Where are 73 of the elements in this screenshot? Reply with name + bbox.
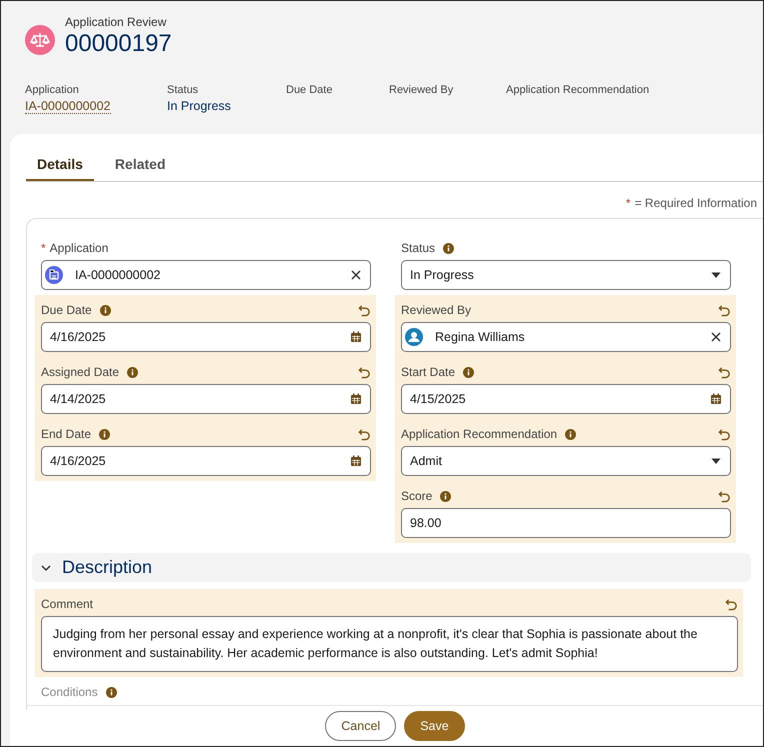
tab[interactable]: Related <box>104 148 176 181</box>
object-type: Application Review <box>65 15 168 29</box>
info-icon[interactable] <box>443 242 454 254</box>
undo-icon[interactable] <box>718 366 731 378</box>
field-label: Reviewed By <box>401 303 472 317</box>
undo-icon[interactable] <box>358 366 371 378</box>
field-label: Assigned Date <box>41 365 120 379</box>
record-icon <box>45 266 63 284</box>
info-icon[interactable] <box>440 490 452 502</box>
field-value: 4/14/2025 <box>50 392 107 406</box>
field-label: End Date <box>41 427 92 441</box>
info-icon[interactable] <box>565 428 576 440</box>
field-label: Status <box>401 241 436 255</box>
dropdown[interactable]: In Progress <box>401 260 731 290</box>
highlight-label: Application Recommendation <box>506 84 650 96</box>
user-avatar-icon <box>405 328 423 346</box>
field-value: 4/16/2025 <box>50 330 107 344</box>
field-label: Due Date <box>41 303 92 317</box>
info-icon[interactable] <box>127 366 138 378</box>
highlight-label: Status <box>167 84 200 96</box>
lookup-field[interactable]: IA-0000000002 <box>41 260 371 290</box>
undo-icon[interactable] <box>718 304 731 316</box>
lookup-field[interactable]: Regina Williams <box>401 322 731 352</box>
input-field[interactable]: 4/15/2025 <box>401 384 731 414</box>
info-icon[interactable] <box>99 428 110 440</box>
tab[interactable]: Details <box>26 148 94 181</box>
highlight-label: Due Date <box>286 84 334 96</box>
scale-icon <box>25 25 55 55</box>
calendar-icon[interactable] <box>710 393 722 405</box>
text-area[interactable]: Judging from her personal essay and experience working at a nonprofit, it's clear that Sophia is passionate about the environment and sustainability. Her academic performance is also outstanding. Let's admit Sophia! <box>41 616 738 672</box>
calendar-icon[interactable] <box>350 455 362 467</box>
required-asterisk: * <box>626 196 631 210</box>
undo-icon[interactable] <box>718 428 731 440</box>
clear-icon[interactable] <box>710 331 722 343</box>
input-field[interactable]: 4/14/2025 <box>41 384 371 414</box>
field-value: In Progress <box>410 268 475 282</box>
section-title: Description <box>62 557 152 578</box>
application-link[interactable]: IA-0000000002 <box>25 99 110 114</box>
field-value: 98.00 <box>410 516 442 530</box>
input-field[interactable]: 4/16/2025 <box>41 322 371 352</box>
save-button[interactable]: Save <box>404 711 465 741</box>
input-field[interactable]: 4/16/2025 <box>41 446 371 476</box>
record-title: 00000197 <box>65 30 172 58</box>
field-label: Conditions <box>41 685 98 699</box>
clear-icon[interactable] <box>350 269 362 281</box>
field-label: Comment <box>41 597 94 611</box>
highlight-label: Reviewed By <box>389 84 454 96</box>
highlight-label: Application <box>25 84 80 96</box>
undo-icon[interactable] <box>358 304 371 316</box>
field-value: Admit <box>410 454 443 468</box>
dropdown[interactable]: Admit <box>401 446 731 476</box>
field-label: Start Date <box>401 365 456 379</box>
highlight-value: In Progress <box>167 99 232 113</box>
calendar-icon[interactable] <box>350 393 362 405</box>
field-value: 4/16/2025 <box>50 454 107 468</box>
input-field[interactable]: 98.00 <box>401 508 731 538</box>
info-icon[interactable] <box>106 686 117 698</box>
undo-icon[interactable] <box>358 428 371 440</box>
calendar-icon[interactable] <box>350 331 362 343</box>
undo-icon[interactable] <box>718 490 731 502</box>
field-value: IA-0000000002 <box>75 268 162 282</box>
undo-icon[interactable] <box>725 598 738 610</box>
field-label: Application Recommendation <box>401 427 558 441</box>
info-icon[interactable] <box>100 304 111 316</box>
section-header[interactable]: Description <box>32 553 751 582</box>
field-value: Regina Williams <box>435 330 526 344</box>
cancel-button[interactable]: Cancel <box>325 711 396 741</box>
field-label: Score <box>401 489 432 503</box>
required-note: = Required Information <box>634 196 757 210</box>
required-asterisk: * <box>41 241 46 255</box>
info-icon[interactable] <box>463 366 474 378</box>
field-value: 4/15/2025 <box>410 392 467 406</box>
field-label: Application <box>50 241 108 255</box>
